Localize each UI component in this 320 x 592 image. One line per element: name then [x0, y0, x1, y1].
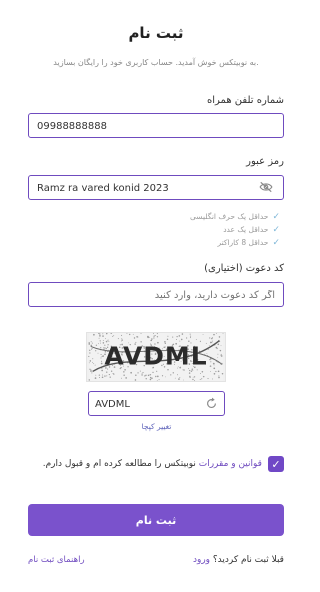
- captcha-input[interactable]: [89, 393, 224, 416]
- eye-off-icon[interactable]: [259, 181, 273, 193]
- invite-code-field-container: [28, 282, 284, 307]
- captcha-field-container: [88, 391, 225, 416]
- page-title: ثبت نام: [128, 24, 184, 42]
- invite-code-input[interactable]: [29, 284, 283, 307]
- password-rule: ✓ حداقل یک حرف انگلیسی: [190, 210, 280, 223]
- page-subtitle: به نوبیتکس خوش آمدید. حساب کاربری خود را…: [53, 58, 259, 67]
- captcha-image: AVDML: [86, 332, 226, 382]
- password-label: رمز عبور: [246, 156, 284, 167]
- checkmark-icon: ✓: [271, 457, 281, 471]
- signup-page: ثبت نام به نوبیتکس خوش آمدید. حساب کاربر…: [0, 0, 312, 592]
- terms-checkbox[interactable]: ✓: [268, 456, 284, 472]
- already-registered: قبلا ثبت نام کردید؟ ورود: [193, 555, 284, 565]
- change-captcha-link[interactable]: تغییر کپچا: [88, 422, 225, 431]
- check-icon: ✓: [272, 211, 280, 222]
- terms-row: ✓ قوانین و مقررات نوبیتکس را مطالعه کرده…: [28, 455, 284, 473]
- password-field-container: [28, 175, 284, 200]
- login-link[interactable]: ورود: [193, 555, 210, 565]
- password-rule: ✓ حداقل یک عدد: [190, 223, 280, 236]
- refresh-icon[interactable]: [205, 397, 218, 410]
- invite-code-label: کد دعوت (اختیاری): [204, 263, 284, 274]
- signup-submit-button[interactable]: ثبت نام: [28, 504, 284, 536]
- password-input[interactable]: [29, 177, 283, 200]
- phone-label: شماره تلفن همراه: [207, 95, 284, 106]
- password-rule: ✓ حداقل 8 کاراکتر: [190, 236, 280, 249]
- check-icon: ✓: [272, 224, 280, 235]
- captcha-text: AVDML: [104, 342, 207, 371]
- terms-rest-text: نوبیتکس را مطالعه کرده ام و قبول دارم.: [42, 459, 199, 469]
- signup-guide-link[interactable]: راهنمای ثبت نام: [28, 555, 85, 565]
- password-rules: ✓ حداقل یک حرف انگلیسی ✓ حداقل یک عدد ✓ …: [190, 210, 280, 249]
- already-registered-text: قبلا ثبت نام کردید؟: [210, 555, 284, 565]
- password-rule-text: حداقل یک حرف انگلیسی: [190, 212, 269, 221]
- phone-input[interactable]: [29, 115, 283, 138]
- terms-link[interactable]: قوانین و مقررات: [199, 459, 262, 469]
- phone-field-container: [28, 113, 284, 138]
- terms-text: قوانین و مقررات نوبیتکس را مطالعه کرده ا…: [43, 459, 262, 469]
- password-rule-text: حداقل 8 کاراکتر: [217, 238, 269, 247]
- check-icon: ✓: [272, 237, 280, 248]
- password-rule-text: حداقل یک عدد: [223, 225, 269, 234]
